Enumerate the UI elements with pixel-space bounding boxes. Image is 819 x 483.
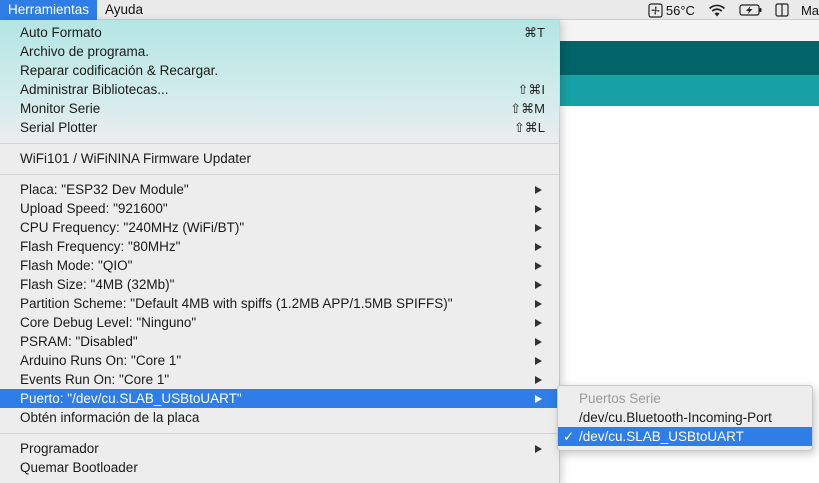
port-item-slab-usbtouart[interactable]: ✓ /dev/cu.SLAB_USBtoUART <box>558 427 812 446</box>
submenu-header: Puertos Serie <box>579 391 661 406</box>
fan-icon <box>648 2 663 18</box>
menu-item-events-run-on[interactable]: Events Run On: "Core 1" <box>0 370 559 389</box>
menu-item-label: Core Debug Level: "Ninguno" <box>20 315 197 330</box>
menu-item-label: Arduino Runs On: "Core 1" <box>20 353 182 368</box>
user-name-partial: Ma <box>800 2 819 18</box>
menu-item-flash-size[interactable]: Flash Size: "4MB (32Mb)" <box>0 275 559 294</box>
display-icon <box>775 3 789 17</box>
menu-item-label: Quemar Bootloader <box>20 460 138 475</box>
menu-item-programador[interactable]: Programador <box>0 439 559 458</box>
menu-item-label: Flash Size: "4MB (32Mb)" <box>20 277 175 292</box>
status-area: 56°C Ma <box>636 0 819 20</box>
menu-item-partition-scheme[interactable]: Partition Scheme: "Default 4MB with spif… <box>0 294 559 313</box>
menu-item-board-info[interactable]: Obtén información de la placa <box>0 408 559 427</box>
submenu-arrow-icon <box>535 280 542 289</box>
menu-item-shortcut: ⌘T <box>524 25 545 40</box>
temperature-value: 56°C <box>665 2 695 18</box>
menu-item-label: Obtén información de la placa <box>20 410 200 425</box>
submenu-arrow-icon <box>535 185 542 194</box>
menu-item-label: Flash Mode: "QIO" <box>20 258 133 273</box>
menu-item-psram[interactable]: PSRAM: "Disabled" <box>0 332 559 351</box>
menu-item-label: Flash Frequency: "80MHz" <box>20 239 181 254</box>
menu-item-label: Archivo de programa. <box>20 44 150 59</box>
wifi-icon <box>708 4 725 16</box>
wifi-status[interactable] <box>707 0 727 20</box>
menu-item-label: Serial Plotter <box>20 120 98 135</box>
submenu-arrow-icon <box>535 394 542 403</box>
menu-item-label: Events Run On: "Core 1" <box>20 372 170 387</box>
menu-item-label: Upload Speed: "921600" <box>20 201 168 216</box>
menu-item-label: Programador <box>20 441 99 456</box>
menu-item-flash-frequency[interactable]: Flash Frequency: "80MHz" <box>0 237 559 256</box>
submenu-arrow-icon <box>535 261 542 270</box>
submenu-arrow-icon <box>535 356 542 365</box>
battery-charging-icon <box>739 4 762 16</box>
menu-item-label: CPU Frequency: "240MHz (WiFi/BT)" <box>20 220 245 235</box>
menu-item-administrar-bibliotecas[interactable]: Administrar Bibliotecas... ⇧⌘I <box>0 80 559 99</box>
menu-item-label: Reparar codificación & Recargar. <box>20 63 219 78</box>
menu-item-serial-plotter[interactable]: Serial Plotter ⇧⌘L <box>0 118 559 137</box>
menu-item-quemar-bootloader[interactable]: Quemar Bootloader <box>0 458 559 477</box>
menu-item-label: Placa: "ESP32 Dev Module" <box>20 182 189 197</box>
submenu-arrow-icon <box>535 337 542 346</box>
puerto-submenu: Puertos Serie /dev/cu.Bluetooth-Incoming… <box>557 385 813 451</box>
menu-item-shortcut: ⇧⌘I <box>517 82 545 97</box>
menu-item-shortcut: ⇧⌘L <box>513 120 545 135</box>
menu-item-label: PSRAM: "Disabled" <box>20 334 138 349</box>
menu-item-label: Monitor Serie <box>20 101 101 116</box>
port-item-bluetooth[interactable]: /dev/cu.Bluetooth-Incoming-Port <box>558 408 812 427</box>
submenu-arrow-icon <box>535 318 542 327</box>
menu-item-cpu-frequency[interactable]: CPU Frequency: "240MHz (WiFi/BT)" <box>0 218 559 237</box>
menu-item-core-debug-level[interactable]: Core Debug Level: "Ninguno" <box>0 313 559 332</box>
menu-item-auto-formato[interactable]: Auto Formato ⌘T <box>0 23 559 42</box>
menu-item-upload-speed[interactable]: Upload Speed: "921600" <box>0 199 559 218</box>
display-toggle[interactable] <box>775 0 789 20</box>
menu-item-puerto[interactable]: Puerto: "/dev/cu.SLAB_USBtoUART" <box>0 389 559 408</box>
battery-status[interactable] <box>739 0 763 20</box>
submenu-arrow-icon <box>535 299 542 308</box>
menu-separator <box>0 427 559 439</box>
checkmark-icon: ✓ <box>563 429 575 444</box>
menu-item-label: Puerto: "/dev/cu.SLAB_USBtoUART" <box>20 391 242 406</box>
menubar-item-ayuda[interactable]: Ayuda <box>97 0 151 20</box>
port-label: /dev/cu.SLAB_USBtoUART <box>579 429 744 444</box>
user-menu[interactable]: Ma <box>801 0 819 20</box>
menu-item-label: Partition Scheme: "Default 4MB with spif… <box>20 296 453 311</box>
menu-item-shortcut: ⇧⌘M <box>510 101 545 116</box>
menu-item-firmware-updater[interactable]: WiFi101 / WiFiNINA Firmware Updater <box>0 149 559 168</box>
submenu-arrow-icon <box>535 375 542 384</box>
menu-bar: Herramientas Ayuda 56°C Ma <box>0 0 819 20</box>
submenu-arrow-icon <box>535 204 542 213</box>
menubar-item-herramientas[interactable]: Herramientas <box>0 0 98 20</box>
submenu-arrow-icon <box>535 242 542 251</box>
menu-item-label: WiFi101 / WiFiNINA Firmware Updater <box>20 151 252 166</box>
menu-separator <box>0 168 559 180</box>
temperature-status[interactable]: 56°C <box>648 0 695 20</box>
menu-item-placa[interactable]: Placa: "ESP32 Dev Module" <box>0 180 559 199</box>
herramientas-menu: Auto Formato ⌘T Archivo de programa. Rep… <box>0 20 560 483</box>
menu-item-label: Auto Formato <box>20 25 102 40</box>
menu-item-reparar-codificacion[interactable]: Reparar codificación & Recargar. <box>0 61 559 80</box>
menu-item-label: Administrar Bibliotecas... <box>20 82 169 97</box>
menu-separator <box>0 137 559 149</box>
submenu-arrow-icon <box>535 223 542 232</box>
menu-item-archivo-de-programa[interactable]: Archivo de programa. <box>0 42 559 61</box>
menu-item-flash-mode[interactable]: Flash Mode: "QIO" <box>0 256 559 275</box>
menu-item-arduino-runs-on[interactable]: Arduino Runs On: "Core 1" <box>0 351 559 370</box>
port-label: /dev/cu.Bluetooth-Incoming-Port <box>579 410 772 425</box>
submenu-arrow-icon <box>535 444 542 453</box>
menu-item-monitor-serie[interactable]: Monitor Serie ⇧⌘M <box>0 99 559 118</box>
